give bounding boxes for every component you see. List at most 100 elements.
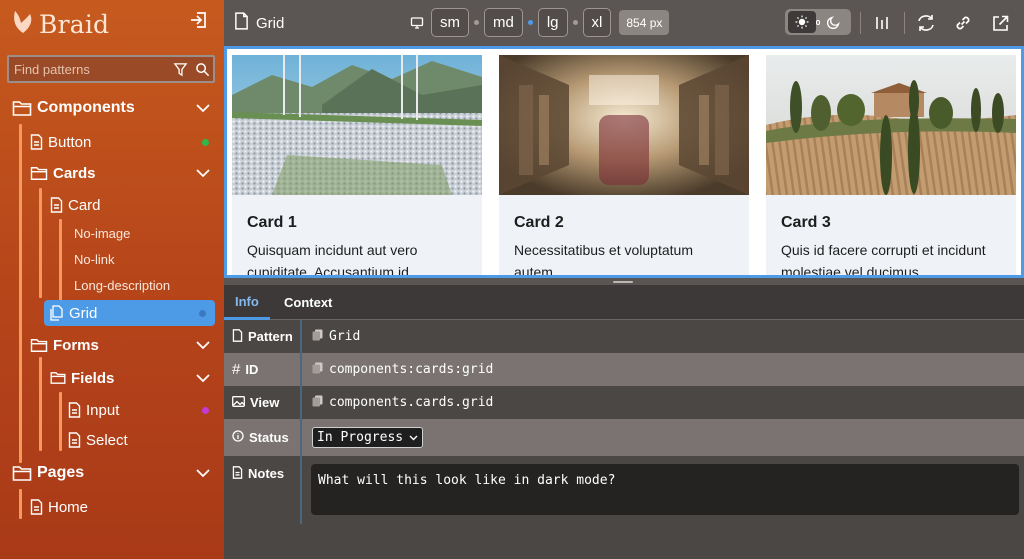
view-path-value: components.cards.grid — [329, 395, 494, 410]
chevron-down-icon — [409, 430, 418, 445]
info-value[interactable]: components.cards.grid — [312, 386, 493, 419]
tree-item-label: Grid — [69, 304, 98, 322]
preview-resize-handle[interactable] — [613, 281, 633, 283]
pattern-id-value: components:cards:grid — [329, 362, 494, 377]
tree-item-label: Select — [86, 431, 128, 449]
tree-item-no-image[interactable]: No-image — [74, 220, 130, 246]
copy-icon[interactable] — [312, 395, 323, 411]
info-row-pattern: Pattern Grid — [224, 320, 1024, 353]
tree-guide-line — [19, 124, 22, 463]
card-image-train — [499, 55, 749, 195]
file-icon — [232, 328, 243, 345]
card[interactable]: Card 3 Quis id facere corrupti et incidu… — [766, 55, 1016, 278]
folder-open-icon — [50, 371, 66, 385]
status-select-value: In Progress — [317, 430, 404, 445]
file-icon — [30, 499, 43, 515]
refresh-icon[interactable] — [914, 11, 938, 35]
filter-icon[interactable] — [169, 58, 191, 80]
ruler-icon[interactable] — [870, 11, 894, 35]
tree-item-label: Pages — [37, 464, 85, 481]
info-value[interactable]: components:cards:grid — [312, 353, 493, 386]
breakpoint-sm-button[interactable]: sm — [431, 8, 469, 37]
card-title: Card 3 — [781, 214, 831, 231]
viewport-width-readout: 854 px — [619, 10, 670, 35]
tree-guide-line — [39, 188, 42, 298]
card[interactable]: Card 2 Necessitatibus et voluptatum aute… — [499, 55, 749, 275]
breakpoint-md-button[interactable]: md — [484, 8, 523, 37]
chevron-down-icon[interactable] — [195, 340, 211, 350]
tree-item-forms[interactable]: Forms — [30, 332, 224, 358]
file-icon — [68, 432, 81, 448]
status-select[interactable]: In Progress — [312, 427, 424, 448]
search-input[interactable] — [9, 61, 169, 77]
moon-icon[interactable] — [820, 11, 848, 33]
status-dot — [199, 309, 206, 317]
search-icon[interactable] — [191, 58, 213, 80]
breakpoint-group: sm md lg xl 854 px — [410, 8, 670, 37]
image-icon — [232, 395, 245, 410]
breakpoint-divider — [572, 20, 578, 25]
card-image-tuscany — [766, 55, 1016, 195]
info-row-view: View components.cards.grid — [224, 386, 1024, 419]
tree-item-label: Fields — [71, 369, 115, 387]
tree-item-button[interactable]: Button — [30, 129, 224, 155]
tree-guide-line — [19, 489, 22, 519]
tree-item-label: Home — [48, 498, 89, 516]
info-value[interactable]: Grid — [312, 320, 360, 353]
brand-logo[interactable]: Braid — [11, 9, 109, 40]
files-icon — [49, 305, 64, 321]
notes-textarea[interactable]: What will this look like in dark mode? — [311, 464, 1019, 515]
breakpoint-divider — [474, 20, 479, 25]
status-dot — [202, 406, 209, 414]
card-title: Card 1 — [247, 214, 297, 231]
info-key-label: Status — [249, 430, 289, 445]
tree-item-card[interactable]: Card — [50, 192, 224, 218]
chevron-down-icon[interactable] — [195, 168, 211, 178]
pattern-preview: Card 1 Quisquam incidunt aut vero cupidi… — [224, 46, 1024, 278]
sun-icon[interactable] — [788, 11, 816, 33]
tree-item-select[interactable]: Select — [68, 427, 224, 453]
copy-icon[interactable] — [312, 329, 323, 345]
tree-item-fields[interactable]: Fields — [50, 365, 224, 391]
tab-context[interactable]: Context — [273, 285, 343, 320]
folder-open-icon — [30, 166, 48, 181]
tree-item-cards[interactable]: Cards — [30, 160, 224, 186]
brand-name: Braid — [39, 10, 110, 39]
external-link-icon[interactable] — [988, 11, 1012, 35]
card-description: Quis id facere corrupti et incidunt mole… — [781, 242, 986, 278]
chevron-down-icon[interactable] — [195, 373, 211, 383]
card-image-stadium — [232, 55, 482, 195]
breakpoint-lg-button[interactable]: lg — [537, 8, 568, 37]
tree-item-components[interactable]: Components — [12, 95, 224, 121]
folder-open-icon — [30, 338, 48, 353]
leaf-logo-icon — [11, 9, 35, 40]
theme-toggle[interactable] — [785, 9, 851, 35]
tree-item-grid[interactable]: Grid — [44, 300, 215, 326]
tree-item-label: Long-description — [74, 277, 171, 293]
tree-item-input[interactable]: Input — [68, 397, 224, 423]
link-icon[interactable] — [951, 11, 975, 35]
info-key-label: Notes — [248, 466, 285, 481]
info-panel: Info Context Pattern Grid # ID component… — [224, 285, 1024, 559]
tree-guide-line — [59, 219, 62, 301]
tree-item-pages[interactable]: Pages — [12, 460, 224, 486]
tab-info[interactable]: Info — [224, 285, 270, 320]
collapse-sidebar-button[interactable] — [188, 11, 210, 33]
info-key: View — [224, 386, 302, 419]
info-circle-icon — [232, 430, 244, 445]
tree-item-no-link[interactable]: No-link — [74, 246, 114, 272]
file-text-icon — [232, 466, 243, 482]
monitor-icon[interactable] — [410, 16, 424, 30]
info-key-label: ID — [245, 362, 259, 377]
breakpoint-xl-button[interactable]: xl — [582, 8, 612, 37]
tree-item-long-description[interactable]: Long-description — [74, 272, 170, 298]
card[interactable]: Card 1 Quisquam incidunt aut vero cupidi… — [232, 55, 482, 275]
copy-icon[interactable] — [312, 362, 323, 378]
chevron-down-icon[interactable] — [195, 103, 211, 113]
tree-item-label: Components — [37, 99, 135, 116]
info-row-notes: Notes What will this look like in dark m… — [224, 456, 1024, 524]
info-key-label: Pattern — [248, 329, 293, 344]
chevron-down-icon[interactable] — [195, 468, 211, 478]
breakpoint-active-marker — [527, 20, 533, 25]
tree-item-home[interactable]: Home — [30, 494, 224, 520]
